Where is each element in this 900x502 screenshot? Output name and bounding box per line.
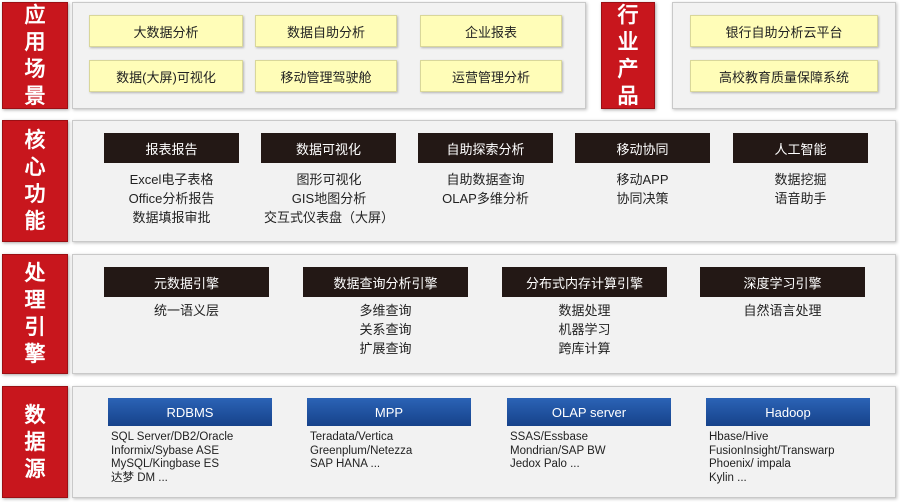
function-items-ai: 数据挖掘 语音助手 <box>774 172 827 206</box>
function-items-reports: Excel电子表格 Office分析报告 数据填报审批 <box>128 172 215 225</box>
row-label-products: 行业产品 <box>601 2 655 109</box>
scenario-item: 移动管理驾驶舱 <box>255 60 397 92</box>
source-title-hadoop: Hadoop <box>706 398 870 426</box>
engine-title-query: 数据查询分析引擎 <box>303 267 468 297</box>
product-item: 高校教育质量保障系统 <box>690 60 878 92</box>
engine-items-memory: 数据处理 机器学习 跨库计算 <box>558 303 611 356</box>
panel-scenarios: 大数据分析 数据自助分析 企业报表 数据(大屏)可视化 移动管理驾驶舱 运营管理… <box>72 2 586 109</box>
function-items-visualization: 图形可视化 GIS地图分析 交互式仪表盘（大屏） <box>263 172 394 225</box>
source-items-hadoop: Hbase/Hive FusionInsight/Transwarp Phoen… <box>709 431 835 484</box>
engine-title-metadata: 元数据引擎 <box>104 267 269 297</box>
panel-sources: RDBMS SQL Server/DB2/Oracle Informix/Syb… <box>72 386 896 498</box>
scenario-item: 数据自助分析 <box>255 15 397 47</box>
panel-engines: 元数据引擎 统一语义层 数据查询分析引擎 多维查询 关系查询 扩展查询 分布式内… <box>72 254 896 374</box>
function-items-self-service: 自助数据查询 OLAP多维分析 <box>442 172 529 206</box>
function-items-mobile: 移动APP 协同决策 <box>616 172 669 206</box>
scenario-item: 运营管理分析 <box>420 60 562 92</box>
engine-items-metadata: 统一语义层 <box>153 303 219 318</box>
engine-title-deep-learning: 深度学习引擎 <box>700 267 865 297</box>
source-title-mpp: MPP <box>307 398 471 426</box>
source-items-mpp: Teradata/Vertica Greenplum/Netezza SAP H… <box>310 431 413 470</box>
row-label-scenarios: 应用场景 <box>2 2 68 109</box>
engine-items-deep-learning: 自然语言处理 <box>743 303 822 318</box>
panel-products: 银行自助分析云平台 高校教育质量保障系统 <box>672 2 896 109</box>
scenario-item: 大数据分析 <box>89 15 243 47</box>
source-items-rdbms: SQL Server/DB2/Oracle Informix/Sybase AS… <box>111 431 234 484</box>
function-title-visualization: 数据可视化 <box>261 133 396 163</box>
row-label-functions: 核心功能 <box>2 120 68 242</box>
function-title-mobile: 移动协同 <box>575 133 710 163</box>
scenario-item: 数据(大屏)可视化 <box>89 60 243 92</box>
source-title-olap: OLAP server <box>507 398 671 426</box>
scenario-item: 企业报表 <box>420 15 562 47</box>
row-label-engines: 处理引擎 <box>2 254 68 374</box>
product-item: 银行自助分析云平台 <box>690 15 878 47</box>
source-items-olap: SSAS/Essbase Mondrian/SAP BW Jedox Palo … <box>510 431 606 470</box>
panel-functions: 报表报告 Excel电子表格 Office分析报告 数据填报审批 数据可视化 图… <box>72 120 896 242</box>
engine-items-query: 多维查询 关系查询 扩展查询 <box>359 303 412 356</box>
function-title-reports: 报表报告 <box>104 133 239 163</box>
function-title-ai: 人工智能 <box>733 133 868 163</box>
function-title-self-service: 自助探索分析 <box>418 133 553 163</box>
engine-title-memory: 分布式内存计算引擎 <box>502 267 667 297</box>
source-title-rdbms: RDBMS <box>108 398 272 426</box>
row-label-sources: 数据源 <box>2 386 68 498</box>
